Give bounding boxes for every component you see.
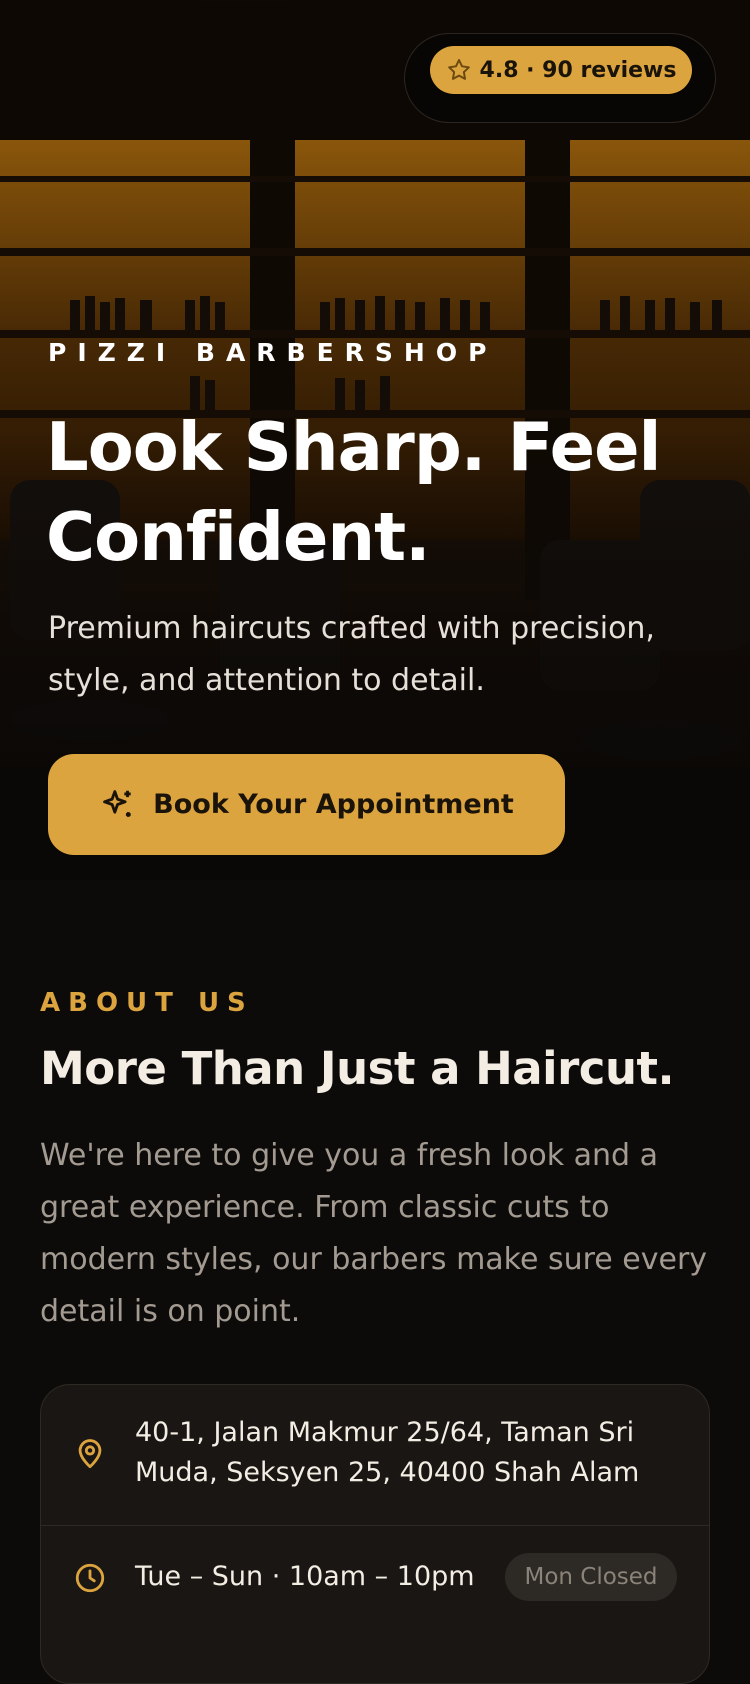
- address-text: 40-1, Jalan Makmur 25/64, Taman Sri Muda…: [135, 1417, 640, 1488]
- closed-day-badge: Mon Closed: [505, 1553, 677, 1601]
- sparkle-icon: [103, 789, 131, 817]
- opening-hours-text: Tue – Sun · 10am – 10pm: [135, 1561, 475, 1592]
- rating-badge[interactable]: 4.8 · 90 reviews: [430, 46, 692, 94]
- rating-text: 4.8 · 90 reviews: [479, 57, 677, 83]
- about-description: We're here to give you a fresh look and …: [40, 1138, 708, 1329]
- hero-section: 4.8 · 90 reviews PIZZI BARBERSHOP Look S…: [0, 0, 750, 880]
- about-title: More Than Just a Haircut.: [40, 1042, 675, 1095]
- hours-row: Tue – Sun · 10am – 10pm Mon Closed: [41, 1525, 709, 1645]
- brand-name: PIZZI BARBERSHOP: [48, 338, 498, 367]
- book-appointment-label: Book Your Appointment: [153, 789, 514, 820]
- map-pin-icon: [78, 1439, 102, 1469]
- clock-icon: [75, 1563, 105, 1593]
- book-appointment-button[interactable]: Book Your Appointment: [48, 754, 565, 855]
- info-card: 40-1, Jalan Makmur 25/64, Taman Sri Muda…: [40, 1384, 710, 1684]
- hero-subline: Premium haircuts crafted with precision,…: [48, 611, 655, 698]
- star-outline-icon: [447, 59, 470, 80]
- rating-badge-container: 4.8 · 90 reviews: [404, 33, 716, 123]
- address-row[interactable]: 40-1, Jalan Makmur 25/64, Taman Sri Muda…: [41, 1385, 709, 1526]
- hero-headline: Look Sharp. Feel Confident.: [46, 408, 661, 576]
- about-eyebrow: ABOUT US: [40, 988, 254, 1018]
